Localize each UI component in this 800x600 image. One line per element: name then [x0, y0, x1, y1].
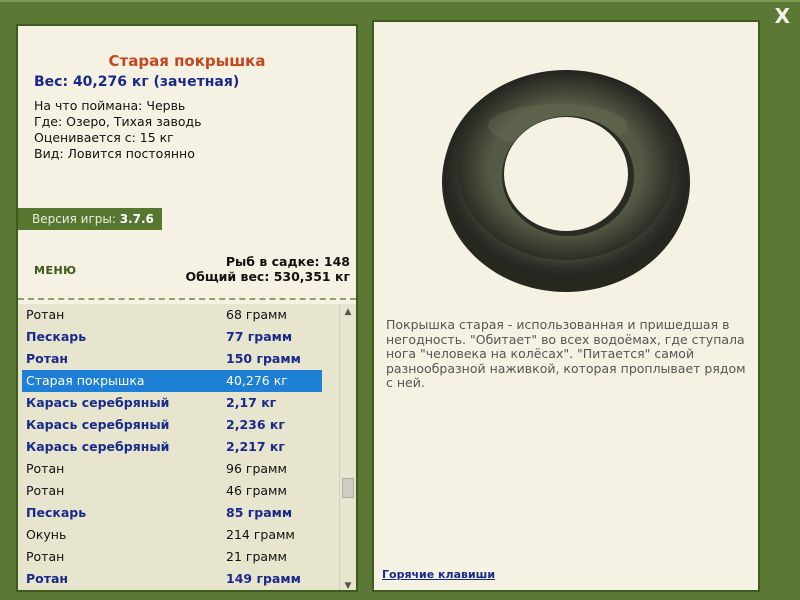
list-item[interactable]: Пескарь 85 грамм — [22, 502, 322, 524]
total-weight: Общий вес: 530,351 кг — [185, 269, 351, 284]
type-info: Вид: Ловится постоянно — [34, 146, 195, 161]
divider — [18, 298, 356, 300]
scroll-up-icon[interactable]: ▲ — [340, 304, 356, 320]
fish-name: Ротан — [26, 351, 69, 366]
list-item[interactable]: Окунь 214 грамм — [22, 524, 322, 546]
fish-name: Пескарь — [26, 329, 87, 344]
fish-name: Карась серебряный — [26, 395, 170, 410]
fish-weight-cell: 2,17 кг — [226, 395, 277, 410]
list-item[interactable]: Ротан 21 грамм — [22, 546, 322, 568]
fish-weight-cell: 96 грамм — [226, 461, 287, 476]
fish-weight-cell: 85 грамм — [226, 505, 293, 520]
fish-weight-cell: 77 грамм — [226, 329, 293, 344]
keepnet-stats: Рыб в садке: 148 Общий вес: 530,351 кг — [186, 254, 351, 284]
list-scrollbar[interactable]: ▲ ▼ — [339, 304, 356, 590]
fish-weight-cell: 46 грамм — [226, 483, 287, 498]
valuation-info: Оценивается с: 15 кг — [34, 130, 174, 145]
fish-weight-cell: 68 грамм — [226, 307, 287, 322]
catch-list[interactable]: Ротан 68 грамм Пескарь 77 грамм Ротан 150 гра… — [18, 304, 356, 590]
fish-name: Ротан — [26, 307, 65, 322]
fish-title: Старая покрышка — [108, 52, 266, 70]
fish-weight-cell: 40,276 кг — [226, 373, 288, 388]
fish-weight-cell: 21 грамм — [226, 549, 287, 564]
fish-name: Старая покрышка — [26, 373, 145, 388]
list-item[interactable]: Карась серебряный 2,217 кг — [22, 436, 322, 458]
list-item[interactable]: Карась серебряный 2,236 кг — [22, 414, 322, 436]
scroll-thumb[interactable] — [342, 478, 354, 498]
tire-image — [440, 56, 692, 296]
fish-name: Ротан — [26, 461, 65, 476]
bait-info: На что поймана: Червь — [34, 98, 186, 113]
list-item[interactable]: Карась серебряный 2,17 кг — [22, 392, 322, 414]
fish-detail-panel: Покрышка старая - использованная и прише… — [372, 20, 760, 592]
fish-name: Пескарь — [26, 505, 87, 520]
list-item[interactable]: Старая покрышка 40,276 кг — [22, 370, 322, 392]
fish-weight-cell: 2,236 кг — [226, 417, 285, 432]
fish-info-panel: Старая покрышка Вес: 40,276 кг (зачетная… — [16, 24, 358, 592]
version-label: Версия игры: — [32, 212, 116, 226]
list-item[interactable]: Ротан 96 грамм — [22, 458, 322, 480]
fish-name: Ротан — [26, 549, 65, 564]
hotkeys-link[interactable]: Горячие клавиши — [382, 568, 495, 581]
fish-name: Ротан — [26, 571, 69, 586]
fish-weight-cell: 150 грамм — [226, 351, 301, 366]
fish-weight: Вес: 40,276 кг (зачетная) — [34, 74, 240, 90]
fish-name: Карась серебряный — [26, 439, 170, 454]
list-item[interactable]: Ротан 68 грамм — [22, 304, 322, 326]
list-item[interactable]: Ротан 150 грамм — [22, 348, 322, 370]
list-item[interactable]: Ротан 46 грамм — [22, 480, 322, 502]
window-frame: X Старая покрышка Вес: 40,276 кг (зачетн… — [0, 0, 800, 600]
fish-weight-cell: 2,217 кг — [226, 439, 285, 454]
version-bar: Версия игры: 3.7.6 — [18, 208, 162, 230]
scroll-down-icon[interactable]: ▼ — [340, 578, 356, 590]
location-info: Где: Озеро, Тихая заводь — [34, 114, 202, 129]
fish-description: Покрышка старая - использованная и прише… — [386, 317, 746, 390]
fish-count: Рыб в садке: 148 — [225, 254, 350, 269]
fish-weight-cell: 214 грамм — [226, 527, 295, 542]
fish-name: Окунь — [26, 527, 67, 542]
fish-name: Карась серебряный — [26, 417, 170, 432]
version-number: 3.7.6 — [119, 212, 154, 226]
menu-button[interactable]: МЕНЮ — [34, 264, 77, 277]
list-item[interactable]: Пескарь 77 грамм — [22, 326, 322, 348]
close-button[interactable]: X — [775, 6, 790, 26]
fish-weight-cell: 149 грамм — [226, 571, 301, 586]
list-item[interactable]: Ротан 149 грамм — [22, 568, 322, 590]
fish-name: Ротан — [26, 483, 65, 498]
